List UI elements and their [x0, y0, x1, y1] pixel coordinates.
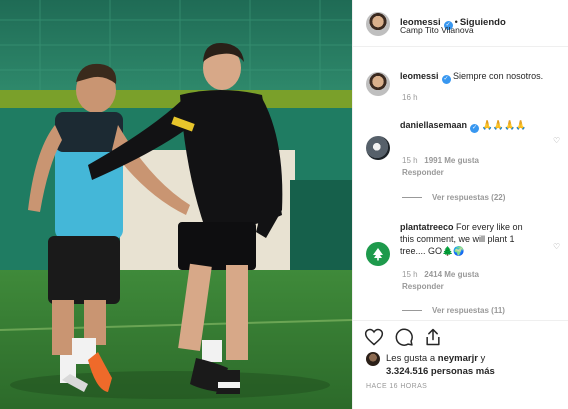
comment-2: plantatreeco For every like on	[400, 221, 523, 233]
view-replies-label: Ver respuestas (22)	[432, 193, 506, 202]
training-photo-illustration	[0, 0, 352, 409]
comment-avatar[interactable]	[366, 136, 390, 160]
likes-summary: Les gusta a neymarjr y	[386, 353, 485, 365]
comment-username[interactable]: daniellasemaan	[400, 120, 467, 130]
comment-like-heart-icon[interactable]: ♡	[553, 242, 560, 251]
post-photo[interactable]	[0, 0, 352, 409]
comment-avatar[interactable]	[366, 242, 390, 266]
divider-line	[402, 310, 422, 311]
reply-button[interactable]: Responder	[402, 282, 444, 291]
likes-prefix: Les gusta a	[386, 353, 436, 364]
caption-time[interactable]: 16 h	[402, 93, 418, 102]
view-replies-label: Ver respuestas (11)	[432, 306, 505, 315]
caption: leomessi ✓ Siempre con nosotros.	[400, 70, 543, 84]
verified-badge-icon: ✓	[470, 124, 480, 133]
location-link[interactable]: Camp Tito Vilanova	[400, 25, 474, 35]
likes-connector: y	[480, 353, 486, 364]
view-replies-button[interactable]: Ver respuestas (22)	[402, 193, 505, 202]
share-icon[interactable]	[423, 327, 443, 347]
tree-logo-icon	[373, 248, 383, 261]
verified-badge-icon: ✓	[441, 75, 451, 84]
comment-like-heart-icon[interactable]: ♡	[553, 136, 560, 145]
view-replies-button[interactable]: Ver respuestas (11)	[402, 306, 505, 315]
author-avatar[interactable]	[366, 12, 390, 36]
comment-text-line: this comment, we will plant 1	[400, 234, 515, 244]
likes-count: 3.324.516	[386, 366, 429, 377]
comment-text: For every like on	[456, 222, 523, 232]
action-bar	[353, 320, 568, 346]
comment-text-line: tree.... GO🌲🌍	[400, 246, 465, 256]
divider-line	[402, 197, 422, 198]
reply-button[interactable]: Responder	[402, 168, 444, 177]
post-header: leomessi ✓ • Siguiendo Camp Tito Vilanova	[353, 0, 568, 47]
post-details-panel: leomessi ✓ • Siguiendo Camp Tito Vilanova l…	[352, 0, 568, 409]
liker-username[interactable]: neymarjr	[438, 353, 478, 364]
post-time[interactable]: HACE 16 HORAS	[366, 383, 427, 390]
comment-likes[interactable]: 1991 Me gusta	[424, 156, 479, 165]
liker-avatar[interactable]	[366, 352, 380, 366]
comment-time[interactable]: 15 h	[402, 270, 418, 279]
heart-icon[interactable]	[364, 327, 384, 347]
comment-time[interactable]: 15 h	[402, 156, 418, 165]
comment-username[interactable]: plantatreeco	[400, 222, 454, 232]
comment-1: daniellasemaan ✓ 🙏🙏🙏🙏	[400, 119, 526, 133]
comment-icon[interactable]	[394, 327, 414, 347]
comment-1-meta: 15 h 1991 Me gusta	[402, 156, 479, 165]
likes-count-line[interactable]: 3.324.516 personas más	[386, 366, 495, 378]
comment-text: 🙏🙏🙏🙏	[481, 120, 527, 130]
caption-avatar[interactable]	[366, 72, 390, 96]
comment-likes[interactable]: 2414 Me gusta	[424, 270, 479, 279]
caption-text: Siempre con nosotros.	[453, 71, 544, 81]
likes-suffix: personas más	[430, 366, 495, 377]
caption-username[interactable]: leomessi	[400, 71, 439, 81]
comment-2-meta: 15 h 2414 Me gusta	[402, 270, 479, 279]
